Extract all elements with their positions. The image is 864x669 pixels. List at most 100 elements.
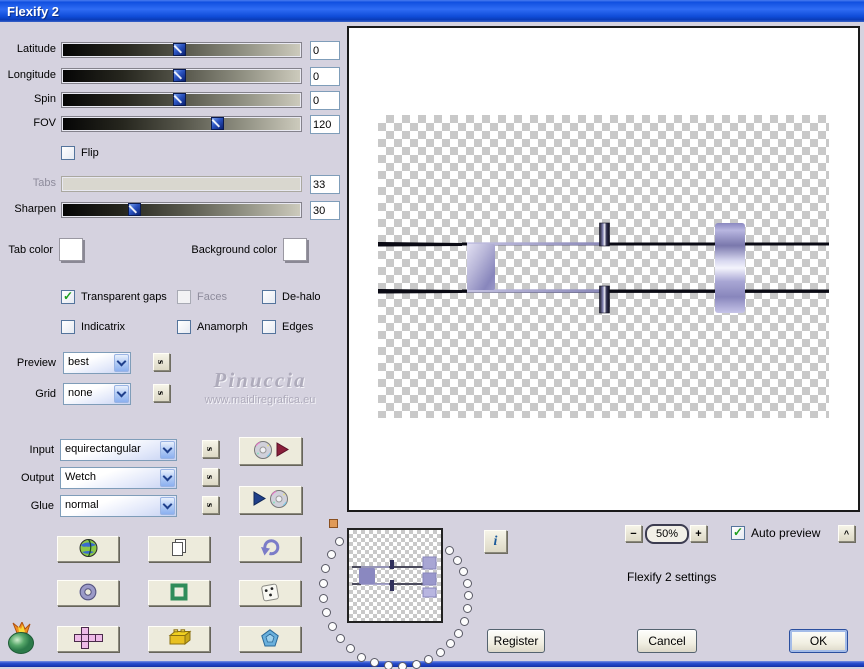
zoom-out-button[interactable]: − (625, 525, 642, 542)
chevron-down-icon[interactable] (160, 469, 175, 487)
chevron-down-icon[interactable] (114, 385, 129, 403)
preview-select[interactable]: best (63, 352, 131, 374)
thumbnail-image (349, 530, 437, 620)
ring-dot[interactable] (459, 616, 469, 626)
unfolded-cube-button[interactable] (57, 626, 119, 652)
copy-icon (170, 538, 188, 561)
plus-icon: + (695, 527, 702, 540)
flip-checkbox[interactable] (61, 146, 75, 160)
background-color-swatch[interactable] (283, 238, 307, 261)
ring-dot[interactable] (326, 549, 336, 559)
ring-dot[interactable] (321, 608, 331, 618)
ring-dot[interactable] (318, 593, 328, 603)
spin-slider[interactable] (62, 93, 301, 107)
dial-handle[interactable] (329, 519, 338, 528)
chevron-down-icon[interactable] (160, 441, 175, 459)
spin-slider-thumb[interactable] (173, 93, 187, 106)
latitude-input[interactable] (310, 41, 340, 60)
load-settings-button[interactable] (239, 437, 302, 465)
ring-dot[interactable] (454, 628, 464, 638)
preview-s-button[interactable]: s (153, 353, 170, 371)
ring-dot[interactable] (453, 555, 463, 565)
dice-button[interactable] (239, 580, 301, 606)
edges-checkbox[interactable] (262, 320, 276, 334)
ring-button[interactable] (57, 580, 119, 606)
output-s-button[interactable]: s (202, 468, 219, 486)
longitude-input[interactable] (310, 67, 340, 86)
cancel-button[interactable]: Cancel (637, 629, 697, 653)
latitude-slider-thumb[interactable] (173, 43, 187, 56)
polyhedron-button[interactable] (239, 626, 301, 652)
chevron-down-icon[interactable] (160, 497, 175, 515)
ring-dot[interactable] (446, 639, 456, 649)
fov-slider-thumb[interactable] (211, 117, 225, 130)
watermark-name: Pinuccia (213, 368, 307, 392)
preview-label: Preview (16, 357, 56, 369)
dice-icon (260, 582, 280, 605)
fov-slider[interactable] (62, 117, 301, 131)
register-button[interactable]: Register (487, 629, 545, 653)
tabs-input[interactable] (310, 175, 340, 194)
ring-dot[interactable] (463, 604, 473, 614)
anamorph-checkbox[interactable] (177, 320, 191, 334)
save-settings-button[interactable] (239, 486, 302, 514)
input-select[interactable]: equirectangular (60, 439, 177, 461)
preview-image (378, 115, 829, 421)
collapse-button[interactable]: ^ (838, 525, 855, 542)
indicatrix-checkbox[interactable] (61, 320, 75, 334)
longitude-slider-thumb[interactable] (173, 69, 187, 82)
ring-dot[interactable] (321, 564, 331, 574)
transparent-gaps-checkbox[interactable] (61, 289, 75, 304)
ring-dot[interactable] (345, 644, 355, 654)
grid-select[interactable]: none (63, 383, 131, 405)
title-bar[interactable]: Flexify 2 (0, 0, 864, 22)
glue-s-button[interactable]: s (202, 496, 219, 514)
output-label: Output (20, 472, 54, 484)
ring-dot[interactable] (436, 648, 446, 658)
de-halo-checkbox[interactable] (262, 290, 276, 304)
tab-color-swatch[interactable] (59, 238, 83, 261)
zoom-in-button[interactable]: + (690, 525, 707, 542)
chevron-down-icon[interactable] (114, 354, 129, 372)
watermark-url: www.maidiregrafica.eu (204, 394, 316, 406)
spin-input[interactable] (310, 91, 340, 110)
sharpen-slider-thumb[interactable] (128, 203, 142, 216)
copy-button[interactable] (148, 536, 210, 562)
ok-button[interactable]: OK (789, 629, 848, 653)
minus-icon: − (630, 527, 637, 540)
lego-brick-button[interactable] (148, 626, 210, 652)
preview-select-value: best (68, 356, 89, 368)
fov-input[interactable] (310, 115, 340, 134)
ring-dot[interactable] (335, 634, 345, 644)
sharpen-input[interactable] (310, 201, 340, 220)
auto-preview-checkbox[interactable] (731, 525, 745, 540)
flaming-pear-logo[interactable] (4, 620, 38, 657)
ring-dot[interactable] (462, 578, 472, 588)
edges-label: Edges (282, 321, 314, 333)
disc-icon (269, 489, 289, 512)
ring-dot[interactable] (464, 591, 474, 601)
frame-button[interactable] (148, 580, 210, 606)
preview-thumbnail[interactable] (347, 528, 443, 623)
blue-play-icon (253, 491, 266, 509)
output-select[interactable]: Wetch (60, 467, 177, 489)
ring-dot[interactable] (327, 621, 337, 631)
ring-dot[interactable] (334, 536, 344, 546)
undo-button[interactable] (239, 536, 301, 562)
longitude-slider[interactable] (62, 69, 301, 83)
info-button[interactable]: i (484, 530, 507, 553)
input-s-button[interactable]: s (202, 440, 219, 458)
latitude-slider[interactable] (62, 43, 301, 57)
lego-brick-icon (167, 629, 192, 649)
ring-dot[interactable] (445, 546, 455, 556)
globe-button[interactable] (57, 536, 119, 562)
glue-select-value: normal (65, 499, 99, 511)
globe-icon (78, 538, 99, 561)
glue-select[interactable]: normal (60, 495, 177, 517)
ring-dot[interactable] (318, 578, 328, 588)
zoom-level[interactable]: 50% (645, 524, 689, 544)
output-select-value: Wetch (65, 471, 96, 483)
grid-s-button[interactable]: s (153, 384, 170, 402)
ring-dot[interactable] (459, 566, 469, 576)
sharpen-slider[interactable] (62, 203, 301, 217)
